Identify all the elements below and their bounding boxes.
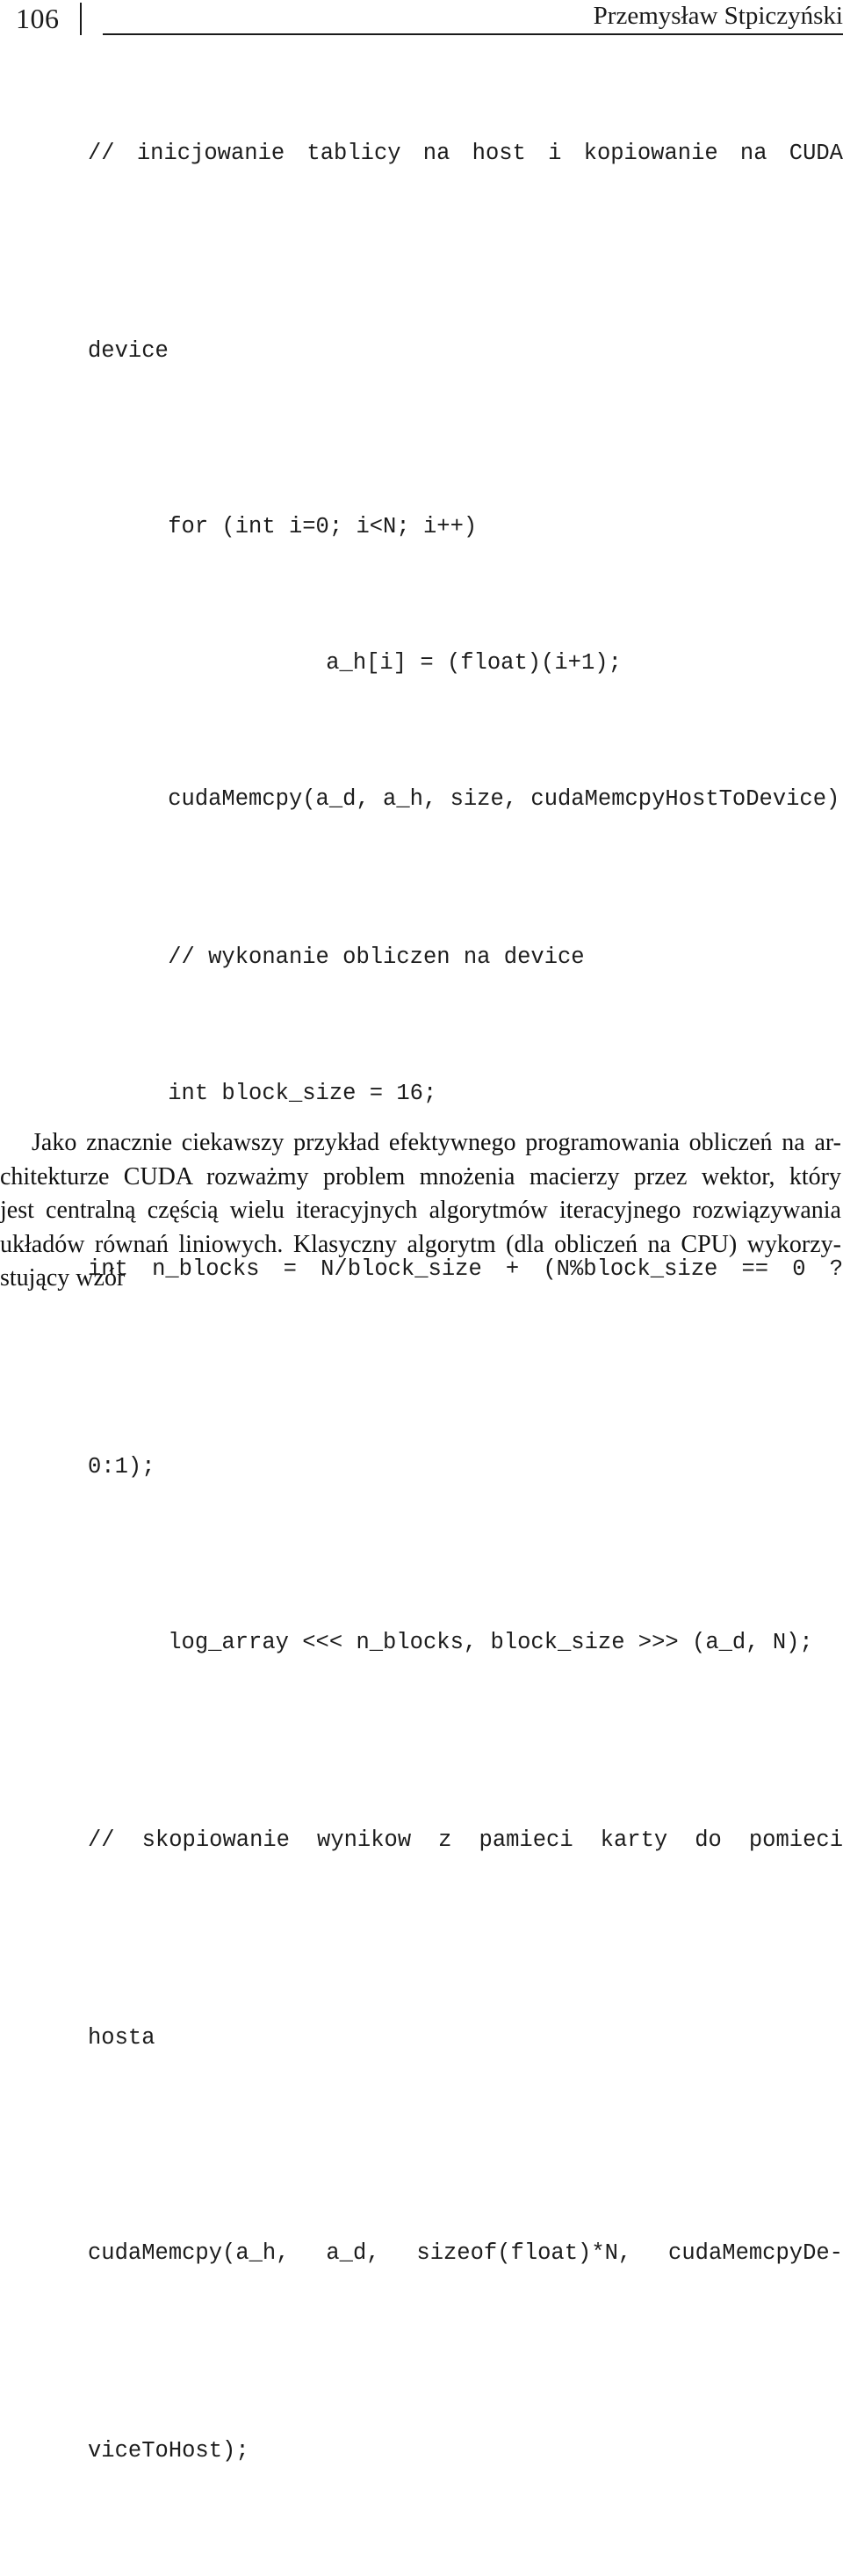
code-line: cudaMemcpy(a_d, a_h, size, cudaMemcpyHos… — [0, 740, 843, 858]
paragraph-line: Jako znacznie ciekawszy przykład efektyw… — [32, 1129, 841, 1156]
code-line-text: a_h[i] = (float)(i+1); — [326, 650, 622, 676]
code-spacer — [0, 1566, 843, 1583]
paragraph-line: układów równań liniowych. Klasyczny algo… — [0, 1230, 841, 1258]
code-line-text: for (int i=0; i<N; i++) — [168, 514, 478, 539]
code-spacer — [0, 2550, 843, 2576]
code-line-continuation: 0:1); — [0, 1368, 843, 1566]
code-line-text: // skopiowanie wynikow z pamieci karty d… — [88, 1827, 843, 1853]
folio-divider-rule — [80, 3, 82, 35]
code-spacer — [0, 586, 843, 604]
code-spacer — [0, 2137, 843, 2154]
code-line-text: int block_size = 16; — [168, 1081, 437, 1106]
header-horizontal-rule — [103, 33, 843, 35]
page-number: 106 — [16, 3, 60, 34]
code-line: // skopiowanie wynikow z pamieci karty d… — [0, 1741, 843, 1939]
code-spacer — [0, 450, 843, 467]
code-line-text: cudaMemcpy(a_h, a_d, sizeof(float)*N, cu… — [88, 2240, 843, 2266]
code-listing: // inicjowanie tablicy na host i kopiowa… — [0, 54, 843, 2576]
code-line-text: viceToHost); — [88, 2438, 249, 2464]
code-line-text: device — [88, 338, 169, 364]
paragraph-line: jest centralną częścią wielu iteracyjnyc… — [0, 1197, 841, 1224]
body-paragraph: Jako znacznie ciekawszy przykład efektyw… — [0, 1126, 841, 1296]
code-line-continuation: device — [0, 252, 843, 450]
code-spacer — [0, 722, 843, 740]
code-line-text: hosta — [88, 2025, 155, 2051]
paragraph-line: stujący wzór — [0, 1264, 126, 1292]
code-line: log_array <<< n_blocks, block_size >>> (… — [0, 1583, 843, 1702]
code-line: // inicjowanie tablicy na host i kopiowa… — [0, 54, 843, 252]
code-line-text: cudaMemcpy(a_d, a_h, size, cudaMemcpyHos… — [168, 786, 843, 812]
code-spacer — [0, 1017, 843, 1034]
code-line: // wykonanie obliczen na device — [0, 898, 843, 1017]
code-line: cudaMemcpy(a_h, a_d, sizeof(float)*N, cu… — [0, 2154, 843, 2352]
code-spacer — [0, 1702, 843, 1741]
code-line-text: log_array <<< n_blocks, block_size >>> (… — [168, 1630, 813, 1655]
code-line-continuation: hosta — [0, 1939, 843, 2137]
code-line-text: // wykonanie obliczen na device — [168, 944, 585, 970]
running-title-author: Przemysław Stpiczyński — [593, 2, 843, 30]
code-line-text: // inicjowanie tablicy na host i kopiowa… — [88, 141, 843, 166]
code-spacer — [0, 858, 843, 898]
code-line: for (int i=0; i<N; i++) — [0, 467, 843, 586]
code-line-continuation: viceToHost); — [0, 2352, 843, 2550]
paragraph-line: chitekturze CUDA rozważmy problem mnożen… — [0, 1162, 841, 1190]
code-line: a_h[i] = (float)(i+1); — [0, 604, 843, 722]
code-line-text: 0:1); — [88, 1454, 155, 1480]
page-header: 106 Przemysław Stpiczyński — [0, 0, 843, 49]
